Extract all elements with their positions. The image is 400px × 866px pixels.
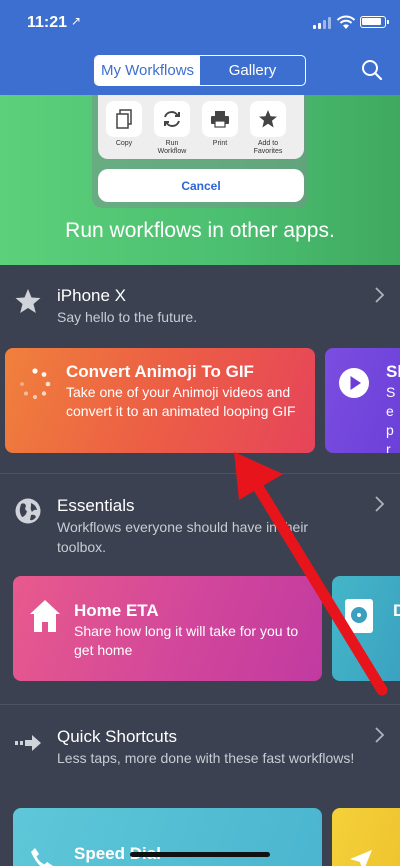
share-action-copy: Copy [104, 101, 144, 148]
section-iphone-x: iPhone X Say hello to the future. Conver… [0, 265, 400, 475]
printer-icon [211, 111, 229, 128]
play-icon [339, 368, 369, 398]
card-title: D [393, 601, 400, 620]
view-segmented-control: My Workflows Gallery [94, 55, 306, 86]
chevron-right-icon[interactable] [374, 726, 386, 744]
star-icon [259, 110, 277, 128]
section-quick-shortcuts: Quick Shortcuts Less taps, more done wit… [0, 705, 400, 866]
card-description: Share how long it will take for you to g… [74, 623, 299, 658]
section-essentials: Essentials Workflows everyone should hav… [0, 474, 400, 704]
disk-icon [345, 599, 373, 633]
section-title[interactable]: Quick Shortcuts [57, 727, 177, 747]
location-icon: ↗ [71, 14, 82, 28]
card-title: Sh [386, 362, 400, 381]
cancel-button: Cancel [98, 169, 304, 202]
cellular-signal-icon [313, 17, 333, 29]
section-title[interactable]: Essentials [57, 496, 134, 516]
share-action-label: Add to Favorites [253, 140, 283, 155]
status-time: 11:21 [27, 14, 68, 31]
banner-caption: Run workflows in other apps. [65, 219, 335, 242]
share-action-run-workflow: Run Workflow [152, 101, 192, 156]
loading-dots-icon [20, 368, 51, 400]
share-action-label: Print [212, 140, 228, 147]
wifi-icon [336, 15, 356, 29]
section-description: Say hello to the future. [57, 309, 198, 325]
share-action-label: Copy [115, 140, 133, 147]
workflow-card-partial[interactable]: D [332, 576, 400, 681]
workflow-card-speed-dial[interactable]: Speed Dial [13, 808, 322, 866]
chevron-right-icon[interactable] [374, 286, 386, 304]
share-action-label: Run Workflow [157, 140, 187, 155]
refresh-icon [164, 111, 180, 127]
arrow-right-icon [15, 735, 41, 751]
share-action-add-to-favorites: Add to Favorites [248, 101, 288, 156]
battery-icon [360, 16, 389, 28]
section-title[interactable]: iPhone X [57, 286, 126, 306]
workflow-card-partial[interactable] [332, 808, 400, 866]
globe-icon [15, 498, 41, 524]
card-description: Take one of your Animoji videos and conv… [66, 384, 296, 419]
section-description: Less taps, more done with these fast wor… [57, 750, 355, 766]
star-icon [15, 289, 41, 313]
home-indicator [130, 852, 270, 857]
share-action-print: Print [200, 101, 240, 148]
card-title: Convert Animoji To GIF [66, 362, 254, 381]
tab-gallery[interactable]: Gallery [200, 56, 305, 85]
app-header: 11:21 ↗ My Workflows Gallery [0, 0, 400, 95]
home-icon [30, 600, 60, 632]
status-bar: 11:21 ↗ [0, 0, 400, 44]
navigation-arrow-icon [350, 850, 372, 866]
featured-banner[interactable]: Copy Run Workflow Print Add to Favorites… [0, 95, 400, 265]
tab-my-workflows[interactable]: My Workflows [95, 56, 200, 85]
card-description: Se pr fo [386, 384, 396, 453]
copy-icon [116, 109, 132, 129]
chevron-right-icon[interactable] [374, 495, 386, 513]
share-actions-panel: Copy Run Workflow Print Add to Favorites [98, 95, 304, 159]
workflow-card-partial[interactable]: Sh Se pr fo [325, 348, 400, 453]
section-description: Workflows everyone should have in their … [57, 519, 309, 555]
phone-icon [31, 848, 53, 866]
search-icon[interactable] [361, 59, 383, 81]
card-title: Home ETA [74, 601, 159, 620]
workflow-card-home-eta[interactable]: Home ETA Share how long it will take for… [13, 576, 322, 681]
workflow-card-convert-animoji[interactable]: Convert Animoji To GIF Take one of your … [5, 348, 315, 453]
